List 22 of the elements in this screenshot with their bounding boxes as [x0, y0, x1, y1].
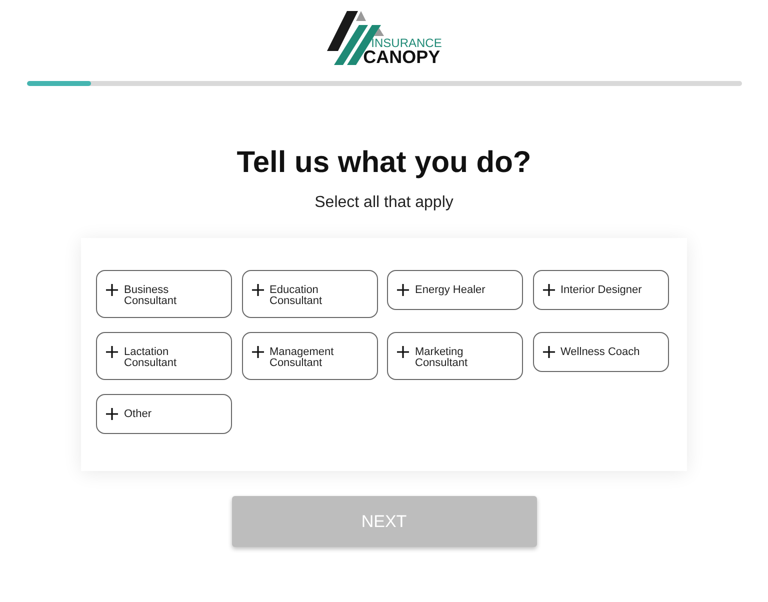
logo-text-top: INSURANCE	[371, 37, 442, 50]
plus-icon	[106, 284, 118, 296]
option-button[interactable]: Energy Healer	[387, 270, 523, 310]
plus-icon	[542, 284, 554, 296]
plus-icon	[252, 346, 264, 358]
option-button[interactable]: Management Consultant	[242, 332, 378, 380]
logo-text-bottom: CANOPY	[363, 50, 440, 65]
option-button[interactable]: Interior Designer	[532, 270, 668, 310]
option-button[interactable]: Other	[96, 394, 232, 434]
plus-icon	[106, 408, 118, 420]
page-subheading: Select all that apply	[314, 193, 454, 213]
option-button[interactable]: Marketing Consultant	[387, 332, 523, 380]
plus-icon	[106, 346, 118, 358]
option-button[interactable]: Lactation Consultant	[96, 332, 232, 380]
option-button[interactable]: Education Consultant	[242, 270, 378, 318]
plus-icon	[397, 346, 409, 358]
plus-icon	[397, 284, 409, 296]
plus-icon	[542, 346, 554, 358]
option-button[interactable]: Wellness Coach	[532, 332, 668, 372]
plus-icon	[252, 284, 264, 296]
option-button[interactable]: Business Consultant	[96, 270, 232, 318]
page-heading: Tell us what you do?	[236, 145, 532, 181]
